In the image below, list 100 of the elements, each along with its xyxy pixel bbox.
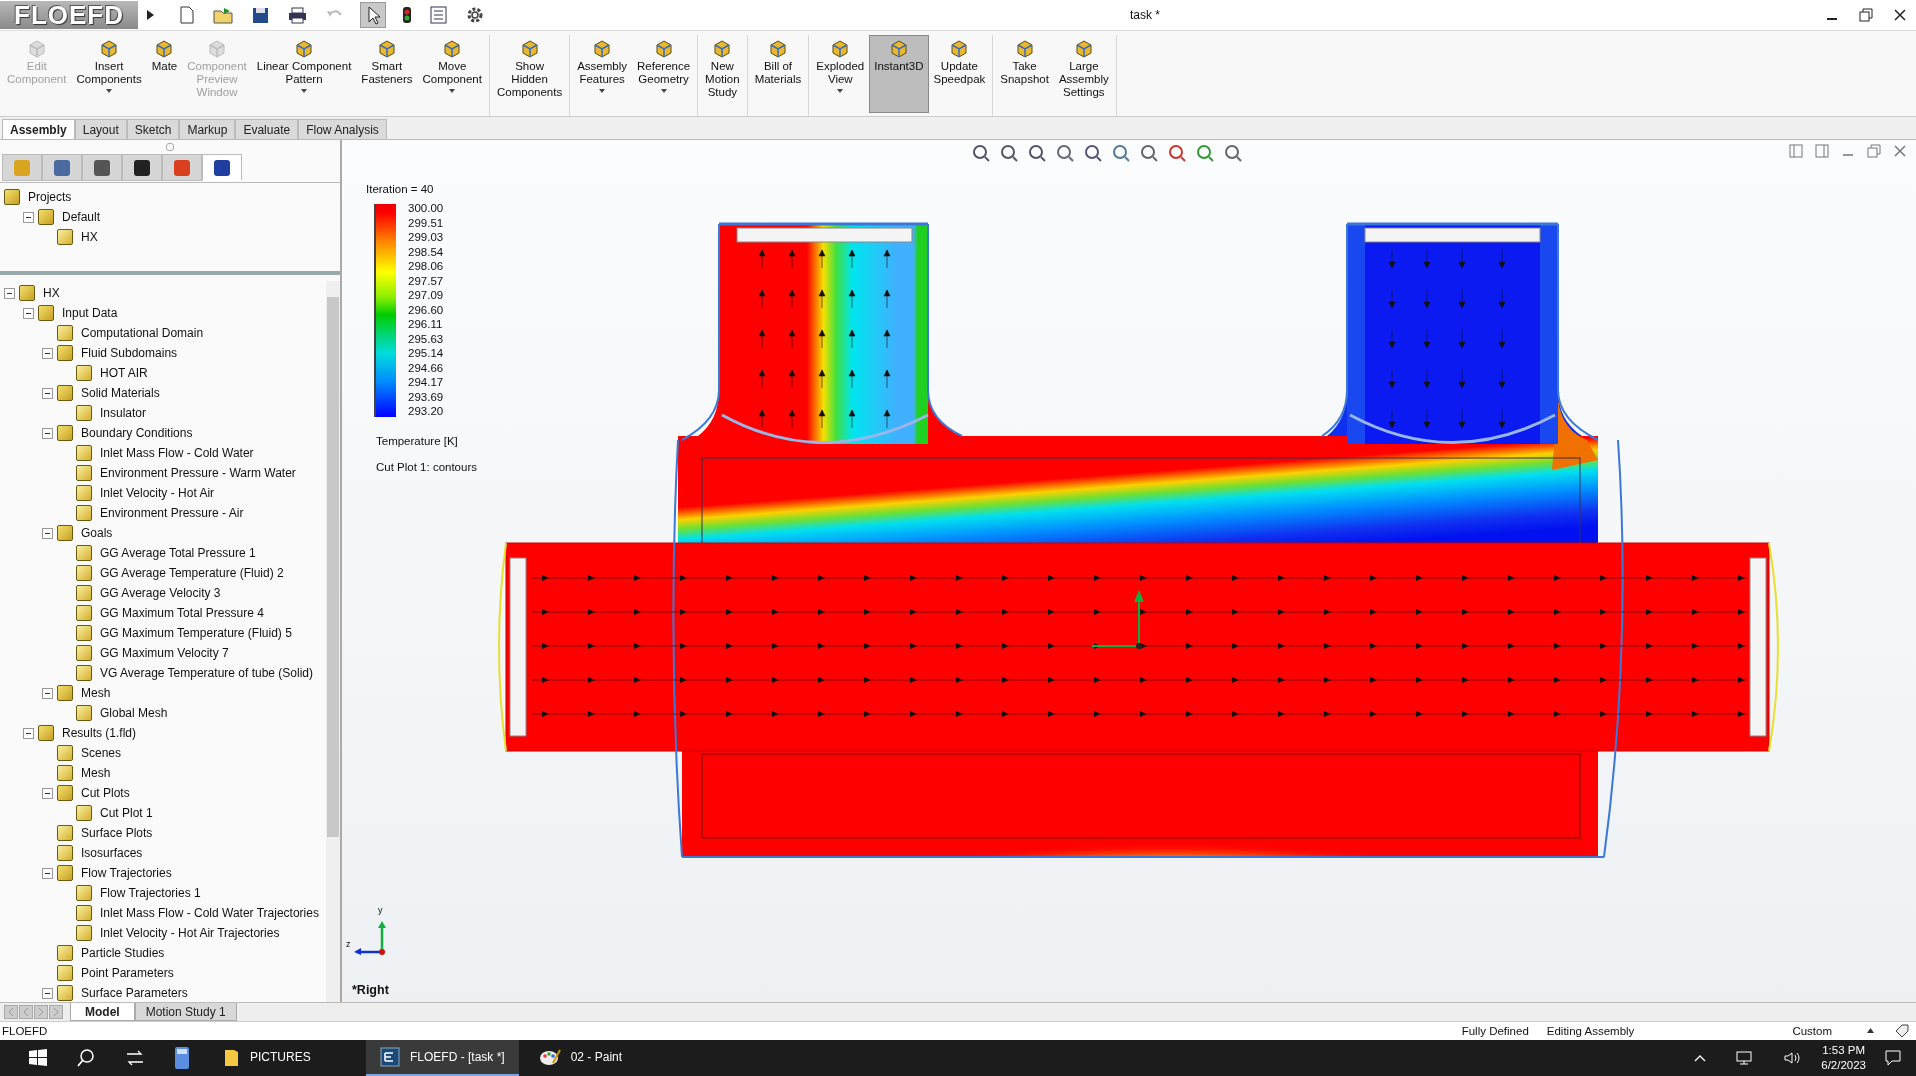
view-tool-icon[interactable] [998,142,1020,162]
collapse-icon[interactable] [42,867,53,879]
tree-item[interactable]: Environment Pressure - Warm Water [100,466,296,480]
tree-item[interactable]: HOT AIR [100,366,148,380]
ribbon-button[interactable]: Assembly Features [572,35,633,113]
tree-item[interactable]: GG Average Temperature (Fluid) 2 [100,566,284,580]
tree-item[interactable]: Input Data [62,306,118,320]
traffic-light-icon[interactable] [400,5,414,25]
view-tool-icon[interactable] [970,142,992,162]
ribbon-button[interactable]: Instant3D [869,35,929,113]
panel-icon[interactable] [1788,143,1804,159]
tab[interactable]: Assembly [2,119,75,139]
collapse-icon[interactable] [23,727,34,739]
tree-item[interactable]: Goals [81,526,113,540]
taskbar-app[interactable]: PICTURES [210,1040,360,1076]
tree-item[interactable]: Cut Plots [81,786,130,800]
collapse-icon[interactable] [42,687,53,699]
ribbon-button[interactable]: Linear Component Pattern [251,35,357,113]
tree-item[interactable]: Inlet Mass Flow - Cold Water [100,446,254,460]
collapse-icon[interactable] [42,347,53,359]
search-icon[interactable] [76,1048,96,1068]
units-selector[interactable]: Custom [1792,1025,1832,1037]
tree-item[interactable]: Inlet Velocity - Hot Air [100,486,215,500]
tree-item[interactable]: Fluid Subdomains [81,346,178,360]
tree-item[interactable]: Mesh [81,686,111,700]
task-view-icon[interactable] [124,1048,146,1068]
tree-item[interactable]: Projects [28,190,72,204]
tree-item[interactable]: Cut Plot 1 [100,806,153,820]
splitter-handle[interactable] [166,143,174,151]
tab[interactable]: Layout [74,119,127,139]
ribbon-button[interactable]: Bill of Materials [749,35,807,113]
tree-item[interactable]: Global Mesh [100,706,168,720]
collapse-icon[interactable] [42,427,53,439]
tree-item[interactable]: Inlet Mass Flow - Cold Water Trajectories [100,906,319,920]
collapse-icon[interactable] [23,211,34,223]
tree-item[interactable]: Isosurfaces [81,846,143,860]
taskbar-app[interactable]: FLOEFD - [task *] [366,1040,519,1076]
ribbon-button[interactable]: Exploded View [811,35,870,113]
tab[interactable]: Evaluate [235,119,299,139]
ribbon-button[interactable]: Update Speedpak [928,35,991,113]
tree-item[interactable]: Flow Trajectories [81,866,172,880]
ribbon-button[interactable]: Mate [146,35,183,113]
tree-item[interactable]: Surface Plots [81,826,153,840]
tree-item[interactable]: Inlet Velocity - Hot Air Trajectories [100,926,280,940]
collapse-icon[interactable] [42,787,53,799]
tree-item[interactable]: HX [81,230,98,244]
tree-item[interactable]: GG Maximum Total Pressure 4 [100,606,264,620]
ribbon-button[interactable]: Move Component [417,35,487,113]
view-tool-icon[interactable] [1026,142,1048,162]
ribbon-button[interactable]: Show Hidden Components [491,35,568,113]
collapse-icon[interactable] [42,987,53,999]
list-icon[interactable] [428,5,450,25]
ribbon-button[interactable]: Insert Components [71,35,147,113]
collapse-icon[interactable] [42,387,53,399]
close-icon[interactable] [1892,7,1908,23]
tree-item[interactable]: Solid Materials [81,386,160,400]
play-icon[interactable] [144,7,156,23]
clock-time[interactable]: 1:53 PM [1822,1043,1866,1058]
view-tool-icon[interactable] [1166,142,1188,162]
view-tool-icon[interactable] [1222,142,1244,162]
panel-tab[interactable] [122,154,162,181]
scrollbar-thumb[interactable] [327,297,339,837]
panel-tab[interactable] [82,154,122,181]
collapse-icon[interactable] [42,527,53,539]
tree-item[interactable]: Default [62,210,101,224]
panel-tab[interactable] [202,154,242,181]
tree-item[interactable]: VG Average Temperature of tube (Solid) [100,666,313,680]
tree-item[interactable]: Computational Domain [81,326,204,340]
ribbon-button[interactable]: Reference Geometry [632,35,696,113]
tab[interactable]: Sketch [126,119,180,139]
view-tool-icon[interactable] [1082,142,1104,162]
ribbon-button[interactable]: Large Assembly Settings [1053,35,1114,113]
tree-item[interactable]: Surface Parameters [81,986,188,1000]
collapse-icon[interactable] [23,307,34,319]
tree-item[interactable]: Point Parameters [81,966,174,980]
caret-icon[interactable] [1866,1026,1876,1036]
tree-item[interactable]: Mesh [81,766,111,780]
tree-item[interactable]: GG Average Total Pressure 1 [100,546,256,560]
tree-item[interactable]: Particle Studies [81,946,165,960]
tree-item[interactable]: HX [43,286,60,300]
panel-icon[interactable] [1814,143,1830,159]
ribbon-button[interactable]: Smart Fasteners [356,35,418,113]
cursor-icon[interactable] [360,2,386,28]
collapse-icon[interactable] [4,287,15,299]
clock-date[interactable]: 6/2/2023 [1821,1058,1866,1073]
view-tool-icon[interactable] [1110,142,1132,162]
tab[interactable]: Markup [179,119,236,139]
tree-item[interactable]: Insulator [100,406,147,420]
tree-item[interactable]: GG Maximum Velocity 7 [100,646,229,660]
windows-logo-icon[interactable] [28,1048,48,1068]
restore-icon[interactable] [1858,7,1874,23]
calculator-icon[interactable] [174,1046,190,1070]
view-tool-icon[interactable] [1194,142,1216,162]
ribbon-button[interactable]: Take Snapshot [995,35,1054,113]
scrollbar[interactable] [326,281,340,1002]
notification-icon[interactable] [1884,1049,1902,1067]
ribbon-button[interactable]: New Motion Study [700,35,745,113]
tab[interactable]: Motion Study 1 [134,1003,237,1021]
tree-item[interactable]: GG Average Velocity 3 [100,586,221,600]
tab[interactable]: Flow Analysis [298,119,387,139]
